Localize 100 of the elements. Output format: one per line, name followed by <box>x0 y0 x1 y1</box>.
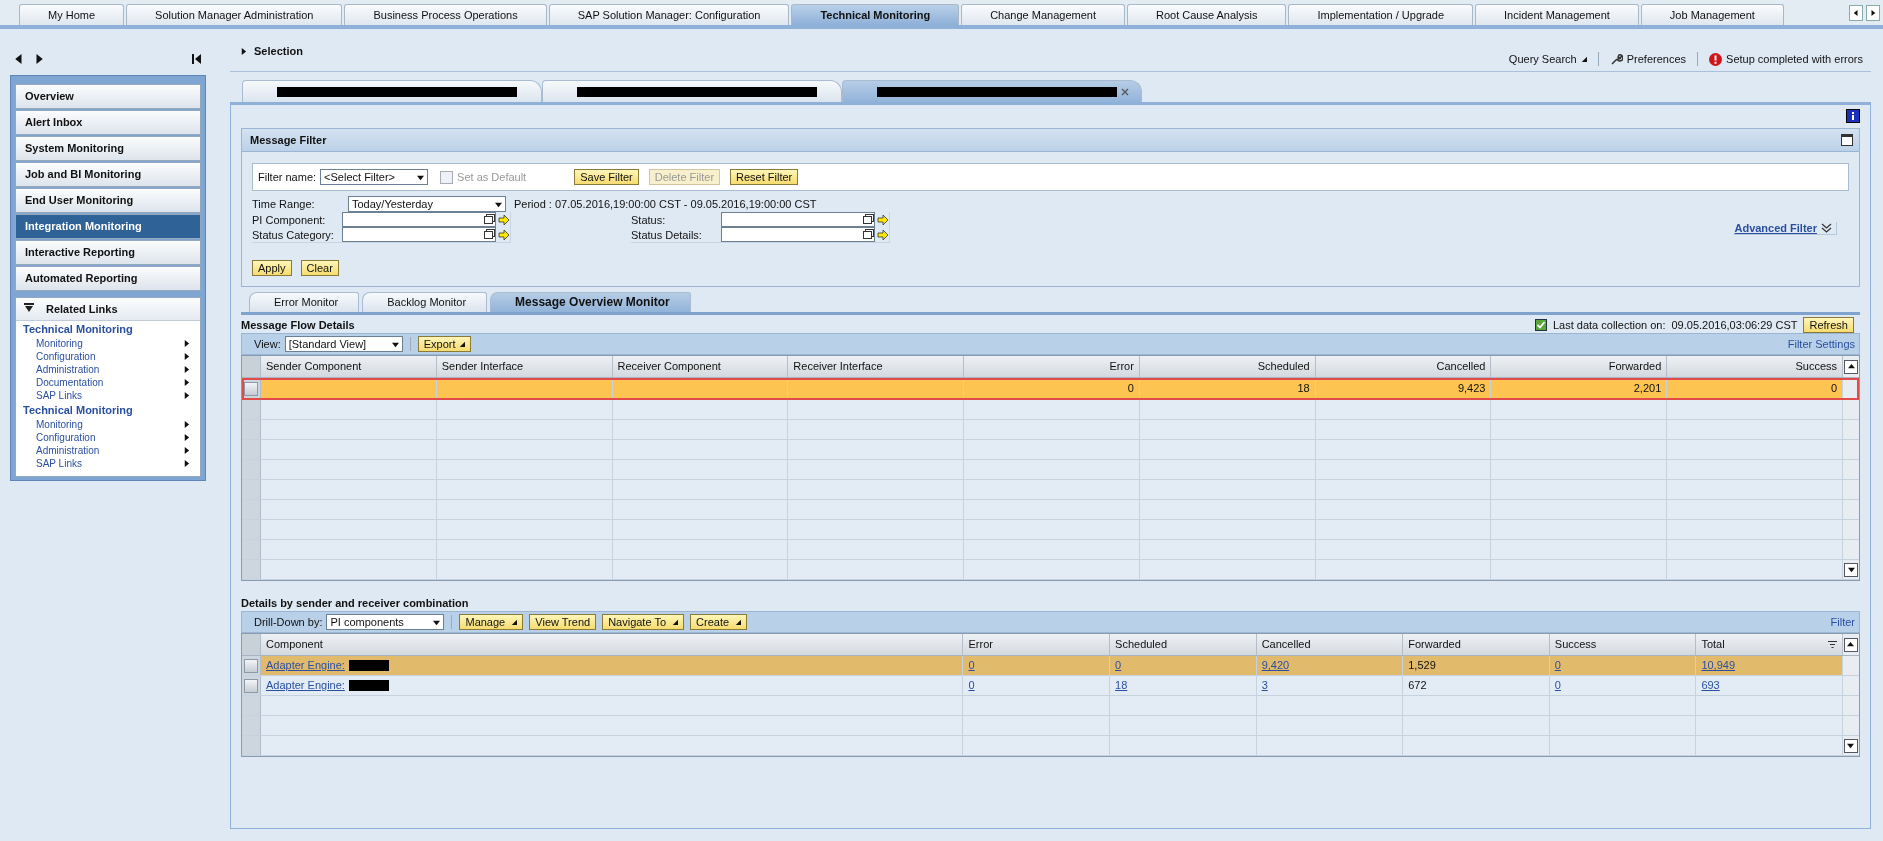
column-header[interactable]: Scheduled <box>1139 356 1316 377</box>
toolbar-button[interactable]: View Trend <box>529 614 597 630</box>
table-link[interactable]: 0 <box>968 656 975 675</box>
toolbar-button[interactable]: Manage <box>459 614 524 630</box>
close-icon[interactable] <box>1121 87 1129 96</box>
nav-item[interactable]: Job and BI Monitoring <box>15 162 201 187</box>
related-link[interactable]: SAP Links <box>36 457 183 470</box>
filter-icon[interactable] <box>1827 640 1837 649</box>
drill-down-dropdown[interactable]: PI components <box>326 614 445 630</box>
nav-item[interactable]: Interactive Reporting <box>15 240 201 265</box>
filter-button[interactable]: Save Filter <box>574 169 639 185</box>
nav-item[interactable]: Automated Reporting <box>15 266 201 291</box>
top-tab[interactable]: Technical Monitoring <box>791 4 960 25</box>
nav-item[interactable]: Overview <box>15 84 201 109</box>
column-header[interactable]: Forwarded <box>1491 356 1668 377</box>
refresh-button[interactable]: Refresh <box>1803 317 1854 333</box>
document-tab[interactable] <box>242 80 542 102</box>
table-link[interactable]: 10,949 <box>1701 656 1736 675</box>
monitor-tab[interactable]: Backlog Monitor <box>362 292 488 312</box>
table-link[interactable]: 0 <box>968 676 975 695</box>
table-link[interactable]: 9,420 <box>1261 656 1290 675</box>
top-tab[interactable]: Implementation / Upgrade <box>1288 4 1474 25</box>
related-link[interactable]: Monitoring <box>36 337 183 350</box>
filter-link[interactable]: Filter <box>1830 616 1855 628</box>
selection-toggle[interactable]: Selection <box>240 45 303 57</box>
arrow-right-icon[interactable] <box>498 213 510 226</box>
related-link[interactable]: Monitoring <box>36 418 183 431</box>
filter-name-dropdown[interactable]: <Select Filter> <box>320 169 429 185</box>
table-row[interactable]: Adapter Engine: 0 0 9,420 1,529 0 10,949 <box>242 656 1859 676</box>
info-icon[interactable] <box>1846 109 1860 123</box>
column-header[interactable]: Success <box>1549 634 1697 655</box>
column-header[interactable]: Cancelled <box>1315 356 1492 377</box>
table-link[interactable]: 18 <box>1115 676 1128 695</box>
clear-button[interactable]: Clear <box>300 260 339 276</box>
table-link[interactable]: 3 <box>1261 676 1268 695</box>
top-tab[interactable]: Solution Manager Administration <box>126 4 343 25</box>
document-tab[interactable] <box>842 80 1142 102</box>
input-field[interactable] <box>342 227 496 242</box>
nav-item[interactable]: System Monitoring <box>15 136 201 161</box>
advanced-filter-link[interactable]: Advanced Filter <box>1734 222 1837 235</box>
link-group-title[interactable]: Technical Monitoring <box>16 402 200 418</box>
arrow-right-icon[interactable] <box>877 228 889 241</box>
time-range-dropdown[interactable]: Today/Yesterday <box>348 196 506 212</box>
column-header[interactable]: Receiver Interface <box>788 356 965 377</box>
minimize-icon[interactable] <box>1841 134 1853 146</box>
column-header[interactable]: Total <box>1696 634 1843 655</box>
related-link[interactable]: Configuration <box>36 431 183 444</box>
filter-settings-link[interactable]: Filter Settings <box>1787 338 1855 350</box>
view-dropdown[interactable]: [Standard View] <box>284 336 403 352</box>
table-row[interactable]: 0 18 9,423 2,201 0 <box>242 378 1859 400</box>
nav-item[interactable]: Alert Inbox <box>15 110 201 135</box>
scroll-left-button[interactable] <box>1849 5 1863 21</box>
column-header[interactable]: Cancelled <box>1256 634 1404 655</box>
monitor-tab[interactable]: Error Monitor <box>249 292 360 312</box>
scroll-right-button[interactable] <box>1866 5 1880 21</box>
arrow-right-icon[interactable] <box>498 228 510 241</box>
nav-item[interactable]: End User Monitoring <box>15 188 201 213</box>
table-link[interactable]: 693 <box>1701 676 1720 695</box>
table-link[interactable]: 0 <box>1554 656 1561 675</box>
top-tab[interactable]: Job Management <box>1640 4 1784 25</box>
apply-button[interactable]: Apply <box>252 260 292 276</box>
column-header[interactable]: Forwarded <box>1403 634 1550 655</box>
filter-button[interactable]: Reset Filter <box>730 169 799 185</box>
related-link[interactable]: Documentation <box>36 376 183 389</box>
input-field[interactable] <box>342 212 496 227</box>
related-link[interactable]: Administration <box>36 363 183 376</box>
export-button[interactable]: Export <box>417 336 471 352</box>
monitor-tab[interactable]: Message Overview Monitor <box>490 292 691 312</box>
related-link[interactable]: Configuration <box>36 350 183 363</box>
column-header[interactable]: Scheduled <box>1110 634 1257 655</box>
input-field[interactable] <box>721 212 875 227</box>
status-message[interactable]: Setup completed with errors <box>1726 53 1863 65</box>
table-link[interactable]: 0 <box>1554 676 1561 695</box>
query-search-menu[interactable]: Query Search <box>1500 53 1595 65</box>
nav-item[interactable]: Integration Monitoring <box>15 214 201 239</box>
column-header[interactable]: Error <box>963 634 1111 655</box>
forward-icon[interactable] <box>34 54 44 64</box>
back-icon[interactable] <box>14 54 24 64</box>
collapse-icon[interactable] <box>192 54 202 64</box>
column-header[interactable]: Receiver Component <box>612 356 789 377</box>
table-link[interactable]: 0 <box>1115 656 1122 675</box>
arrow-right-icon[interactable] <box>877 213 889 226</box>
related-link[interactable]: SAP Links <box>36 389 183 402</box>
link-group-title[interactable]: Technical Monitoring <box>16 321 200 337</box>
toolbar-button[interactable]: Navigate To <box>602 614 685 630</box>
related-link[interactable]: Administration <box>36 444 183 457</box>
column-header[interactable]: Sender Interface <box>436 356 613 377</box>
top-tab[interactable]: Business Process Operations <box>344 4 547 25</box>
column-header[interactable]: Error <box>964 356 1140 377</box>
table-row[interactable]: Adapter Engine: 0 18 3 672 0 693 <box>242 676 1859 696</box>
column-header[interactable]: Sender Component <box>261 356 437 377</box>
toolbar-button[interactable]: Create <box>690 614 748 630</box>
top-tab[interactable]: SAP Solution Manager: Configuration <box>548 4 790 25</box>
table-link[interactable]: Adapter Engine: <box>266 656 345 675</box>
column-header[interactable]: Component <box>261 634 964 655</box>
top-tab[interactable]: My Home <box>19 4 125 25</box>
top-tab[interactable]: Root Cause Analysis <box>1126 4 1287 25</box>
top-tab[interactable]: Incident Management <box>1475 4 1639 25</box>
table-link[interactable]: Adapter Engine: <box>266 676 345 695</box>
top-tab[interactable]: Change Management <box>961 4 1125 25</box>
